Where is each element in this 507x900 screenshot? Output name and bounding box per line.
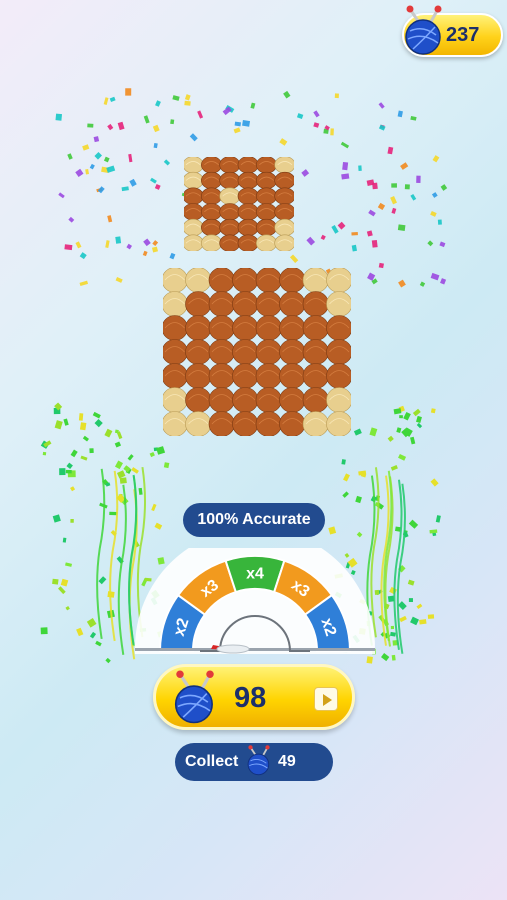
multiplier-label: x4: [246, 566, 264, 583]
play-video-icon: [314, 687, 338, 711]
collect-button[interactable]: Collect 49: [175, 743, 333, 781]
currency-counter: 237: [402, 5, 503, 57]
collect-amount: 49: [278, 753, 296, 770]
gauge-baseline: [135, 648, 375, 651]
yarn-ball-icon: [405, 5, 442, 55]
knitted-pattern-preview: [184, 157, 294, 251]
reward-amount: 98: [234, 682, 267, 714]
collect-label: Collect: [185, 753, 239, 770]
claim-reward-button[interactable]: 98: [153, 664, 355, 730]
yarn-ball-icon: [174, 670, 214, 724]
yarn-ball-icon: [247, 745, 270, 776]
multiplier-gauge[interactable]: x2x3x4x3x2: [135, 548, 375, 663]
knitted-pattern-result: [163, 268, 351, 436]
accuracy-badge: 100% Accurate: [183, 503, 325, 537]
currency-balance: 237: [446, 24, 480, 46]
